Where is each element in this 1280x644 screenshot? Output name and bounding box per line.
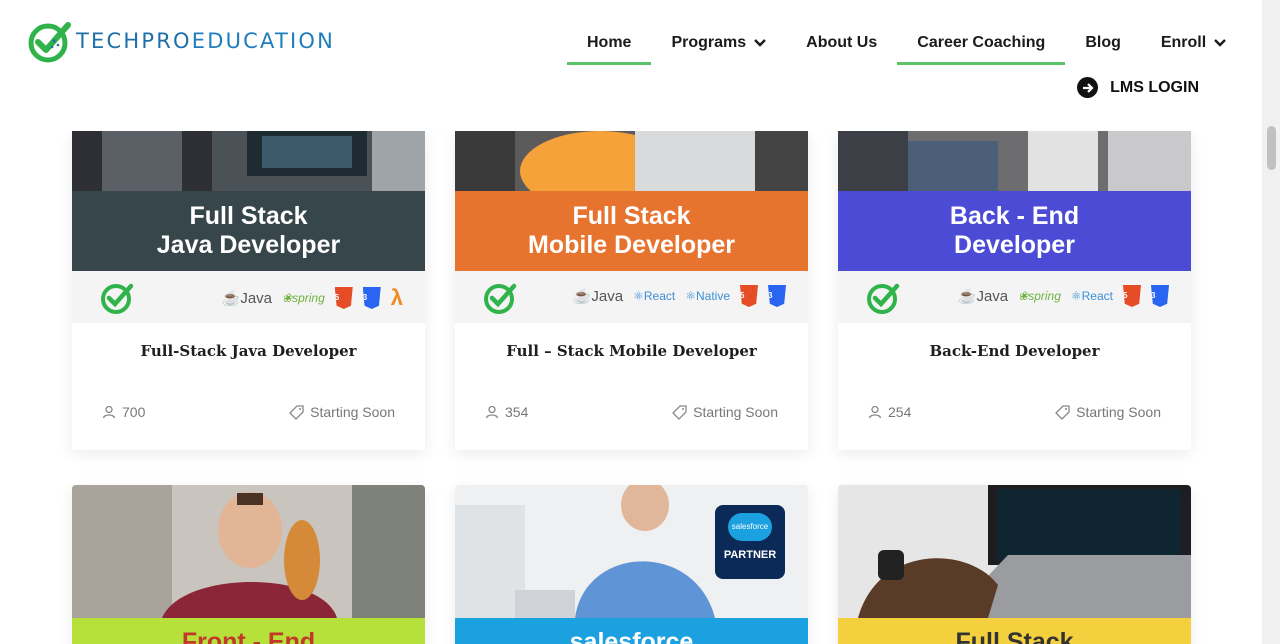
html5-icon: 5	[1123, 285, 1141, 307]
course-photo	[72, 131, 425, 191]
java-icon: ☕ Java	[572, 287, 624, 306]
lms-login-link[interactable]: LMS LOGIN	[1077, 77, 1199, 98]
course-card[interactable]: Back - End Developer ☕ Java ❀ spring ⚛ React…	[838, 131, 1191, 450]
css3-icon: 3	[768, 285, 786, 307]
student-count: 254	[888, 404, 912, 420]
main-nav: Home Programs About Us Career Coaching B…	[567, 20, 1246, 65]
course-status: Starting Soon	[1076, 404, 1161, 420]
course-status: Starting Soon	[693, 404, 778, 420]
spring-icon: ❀ spring	[1018, 289, 1061, 303]
course-title[interactable]: Full-Stack Java Developer	[72, 342, 425, 360]
course-banner: Full Stack Mobile Developer	[455, 191, 808, 271]
course-banner: Front - End	[72, 618, 425, 644]
tag-icon	[289, 404, 304, 420]
lambda-icon: λ	[390, 285, 403, 310]
java-icon: ☕ Java	[221, 289, 272, 308]
arrow-right-circle-icon	[1077, 77, 1099, 98]
user-icon	[868, 405, 882, 419]
course-photo: salesforce PARTNER	[455, 485, 808, 618]
course-photo	[838, 131, 1191, 191]
brand-logo[interactable]: TECHPROEDUCATION	[28, 19, 335, 63]
lms-login-label: LMS LOGIN	[1110, 78, 1199, 96]
chevron-down-icon	[754, 38, 767, 47]
nav-blog[interactable]: Blog	[1065, 20, 1141, 65]
course-status: Starting Soon	[310, 404, 395, 420]
html5-icon: 5	[334, 287, 353, 309]
css3-icon: 3	[362, 287, 381, 309]
course-banner: Full Stack Java Developer	[72, 191, 425, 271]
course-banner: Full Stack	[838, 618, 1191, 644]
html5-icon: 5	[740, 285, 758, 307]
student-count: 354	[505, 404, 529, 420]
css3-icon: 3	[1151, 285, 1169, 307]
logo-check-icon	[28, 22, 71, 63]
brand-check-icon	[101, 283, 134, 314]
course-meta: 700 Starting Soon	[102, 404, 395, 420]
react-native-icon: ⚛ Native	[685, 289, 730, 303]
tech-logos: ☕ Java ❀ spring 5 3 λ	[72, 271, 425, 323]
tech-logos: ☕ Java ❀ spring ⚛ React 5 3	[838, 271, 1191, 323]
salesforce-partner-badge: salesforce PARTNER	[715, 505, 785, 579]
course-banner: Back - End Developer	[838, 191, 1191, 271]
scrollbar-thumb[interactable]	[1267, 126, 1276, 170]
spring-icon: ❀ spring	[282, 291, 325, 305]
course-title[interactable]: Full – Stack Mobile Developer	[455, 342, 808, 360]
course-card[interactable]: Full Stack Mobile Developer ☕ Java ⚛ React …	[455, 131, 808, 450]
nav-career-coaching[interactable]: Career Coaching	[897, 20, 1066, 65]
page: TECHPROEDUCATION Home Programs About Us …	[0, 0, 1280, 644]
site-header: TECHPROEDUCATION Home Programs About Us …	[0, 0, 1262, 131]
course-title[interactable]: Back-End Developer	[838, 342, 1191, 360]
java-icon: ☕ Java	[957, 287, 1009, 306]
course-card[interactable]: Full Stack	[838, 485, 1191, 644]
brand-name: TECHPROEDUCATION	[76, 28, 336, 53]
react-icon: ⚛ React	[1070, 289, 1113, 303]
course-photo	[838, 485, 1191, 618]
course-meta: 254 Starting Soon	[868, 404, 1161, 420]
course-photo	[72, 485, 425, 618]
react-icon: ⚛ React	[633, 289, 676, 303]
tag-icon	[672, 404, 687, 420]
course-card[interactable]: salesforce PARTNER salesforce	[455, 485, 808, 644]
nav-home[interactable]: Home	[567, 20, 652, 65]
tag-icon	[1055, 404, 1070, 420]
student-count: 700	[122, 404, 146, 420]
course-banner: salesforce	[455, 618, 808, 644]
nav-programs[interactable]: Programs	[651, 20, 786, 65]
user-icon	[102, 405, 116, 419]
brand-check-icon	[867, 283, 900, 314]
nav-enroll[interactable]: Enroll	[1141, 20, 1246, 65]
course-photo	[455, 131, 808, 191]
tech-logos: ☕ Java ⚛ React ⚛ Native 5 3	[455, 271, 808, 323]
course-meta: 354 Starting Soon	[485, 404, 778, 420]
chevron-down-icon	[1214, 38, 1227, 47]
course-card[interactable]: Full Stack Java Developer ☕ Java ❀ spring 5…	[72, 131, 425, 450]
nav-about-us[interactable]: About Us	[786, 20, 897, 65]
page-scrollbar[interactable]	[1262, 0, 1280, 644]
user-icon	[485, 405, 499, 419]
course-card[interactable]: Front - End	[72, 485, 425, 644]
brand-check-icon	[484, 283, 517, 314]
